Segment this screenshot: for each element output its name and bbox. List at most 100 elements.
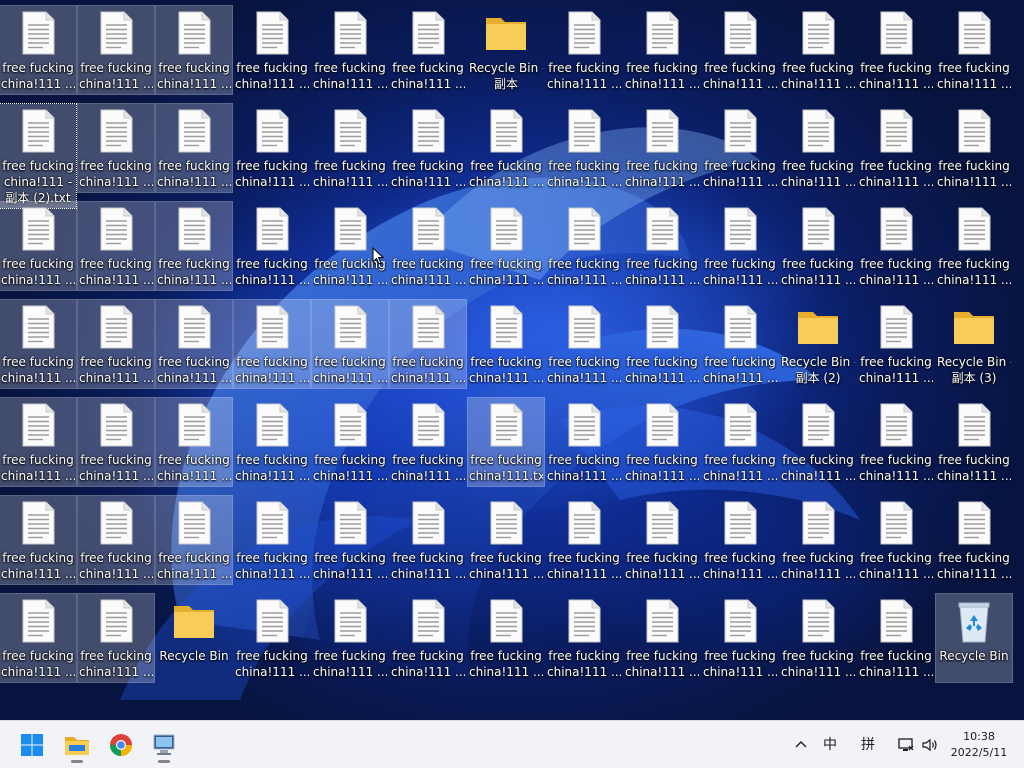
desktop-file-item[interactable]: free fucking china!111 ... (858, 300, 934, 388)
desktop-file-item[interactable]: free fucking china!111 ... (624, 398, 700, 486)
desktop-file-item[interactable]: free fucking china!111 ... (546, 594, 622, 682)
desktop-recycle-bin-item[interactable]: Recycle Bin (935, 593, 1013, 683)
desktop-file-item[interactable]: free fucking china!111 ... (702, 202, 778, 290)
desktop-file-item[interactable]: free fucking china!111 ... (858, 398, 934, 486)
desktop-file-item[interactable]: free fucking china!111 ... (312, 398, 388, 486)
clock-button[interactable]: 10:38 2022/5/11 (944, 729, 1014, 761)
desktop-file-item[interactable]: free fucking china!111 ... (702, 300, 778, 388)
desktop-file-item[interactable]: free fucking china!111 ... (858, 104, 934, 192)
desktop-file-item[interactable]: free fucking china!111 ... (234, 6, 310, 94)
desktop-file-item[interactable]: free fucking china!111 ... (936, 104, 1012, 192)
desktop-file-item[interactable]: free fucking china!111 ... (77, 5, 155, 95)
network-status-button[interactable] (895, 733, 917, 757)
volume-button[interactable] (919, 733, 941, 757)
desktop-file-item[interactable]: free fucking china!111 ... (624, 496, 700, 584)
desktop-file-item[interactable]: free fucking china!111 ... (702, 594, 778, 682)
file-explorer-button[interactable] (59, 727, 95, 763)
desktop-folder-item[interactable]: Recycle Bin - 副本 (468, 6, 544, 94)
desktop-file-item[interactable]: free fucking china!111 ... (858, 496, 934, 584)
desktop-file-item[interactable]: free fucking china!111 ... (624, 300, 700, 388)
desktop-file-item[interactable]: free fucking china!111 ... (77, 495, 155, 585)
desktop-file-item[interactable]: free fucking china!111 ... (858, 594, 934, 682)
desktop-file-item[interactable]: free fucking china!111 ... (155, 495, 233, 585)
start-button[interactable] (14, 727, 50, 763)
desktop-file-item[interactable]: free fucking china!111 ... (312, 6, 388, 94)
desktop-file-item[interactable]: free fucking china!111 ... (0, 5, 77, 95)
desktop-folder-item[interactable]: Recycle Bin (156, 594, 232, 682)
desktop-file-item[interactable]: free fucking china!111 ... (390, 104, 466, 192)
desktop-file-item[interactable]: free fucking china!111 ... (155, 201, 233, 291)
chrome-button[interactable] (103, 727, 139, 763)
desktop-file-item[interactable]: free fucking china!111 ... (780, 6, 856, 94)
desktop-file-item[interactable]: free fucking china!111 ... (546, 6, 622, 94)
desktop-file-item[interactable]: free fucking china!111 ... (0, 397, 77, 487)
desktop-file-item[interactable]: free fucking china!111 ... (780, 594, 856, 682)
ime-name-indicator[interactable]: 拼 (856, 733, 880, 757)
desktop-file-item[interactable]: free fucking china!111 ... (468, 202, 544, 290)
desktop[interactable]: free fucking china!111 ... free fucking chi… (0, 0, 1024, 720)
desktop-file-item[interactable]: free fucking china!111 ... (936, 202, 1012, 290)
desktop-file-item[interactable]: free fucking china!111 ... (155, 5, 233, 95)
desktop-file-item[interactable]: free fucking china!111 ... (624, 202, 700, 290)
desktop-file-item[interactable]: free fucking china!111 ... (780, 104, 856, 192)
desktop-file-item[interactable]: free fucking china!111 ... (233, 299, 311, 389)
remote-app-button[interactable] (146, 727, 182, 763)
desktop-file-item[interactable]: free fucking china!111 ... (312, 104, 388, 192)
desktop-file-item[interactable]: free fucking china!111 ... (0, 299, 77, 389)
desktop-file-item[interactable]: free fucking china!111 ... (0, 495, 77, 585)
desktop-file-item[interactable]: free fucking china!111 ... (468, 300, 544, 388)
desktop-file-item[interactable]: free fucking china!111 ... (390, 496, 466, 584)
desktop-file-item[interactable]: free fucking china!111 ... (77, 397, 155, 487)
desktop-file-item[interactable]: free fucking china!111 ... (77, 593, 155, 683)
desktop-file-item[interactable]: free fucking china!111 ... (77, 103, 155, 193)
desktop-file-item[interactable]: free fucking china!111 ... (390, 594, 466, 682)
desktop-file-item[interactable]: free fucking china!111 ... (155, 299, 233, 389)
desktop-file-item[interactable]: free fucking china!111 ... (155, 103, 233, 193)
desktop-file-item[interactable]: free fucking china!111 ... (546, 202, 622, 290)
desktop-file-item[interactable]: free fucking china!111 ... (780, 496, 856, 584)
desktop-file-item[interactable]: free fucking china!111.txt (467, 397, 545, 487)
desktop-file-item[interactable]: free fucking china!111 ... (702, 496, 778, 584)
desktop-file-item[interactable]: free fucking china!111 ... (624, 104, 700, 192)
ime-mode-indicator[interactable]: 中 (818, 733, 842, 757)
show-hidden-icons-button[interactable] (790, 733, 812, 757)
desktop-file-item[interactable]: free fucking china!111 - 副本 (2).txt (0, 103, 77, 209)
desktop-file-item[interactable]: free fucking china!111 ... (155, 397, 233, 487)
desktop-file-item[interactable]: free fucking china!111 ... (780, 398, 856, 486)
desktop-file-item[interactable]: free fucking china!111 ... (936, 6, 1012, 94)
desktop-file-item[interactable]: free fucking china!111 ... (312, 594, 388, 682)
desktop-file-item[interactable]: free fucking china!111 ... (77, 299, 155, 389)
desktop-file-item[interactable]: free fucking china!111 ... (624, 594, 700, 682)
desktop-file-item[interactable]: free fucking china!111 ... (390, 398, 466, 486)
desktop-file-item[interactable]: free fucking china!111 ... (936, 496, 1012, 584)
desktop-folder-item[interactable]: Recycle Bin - 副本 (3) (936, 300, 1012, 388)
desktop-file-item[interactable]: free fucking china!111 ... (858, 6, 934, 94)
desktop-file-item[interactable]: free fucking china!111 ... (936, 398, 1012, 486)
desktop-file-item[interactable]: free fucking china!111 ... (77, 201, 155, 291)
desktop-file-item[interactable]: free fucking china!111 ... (312, 496, 388, 584)
desktop-file-item[interactable]: free fucking china!111 ... (390, 202, 466, 290)
desktop-file-item[interactable]: free fucking china!111 ... (234, 496, 310, 584)
desktop-file-item[interactable]: free fucking china!111 ... (468, 594, 544, 682)
desktop-file-item[interactable]: free fucking china!111 ... (0, 201, 77, 291)
desktop-file-item[interactable]: free fucking china!111 ... (389, 299, 467, 389)
desktop-file-item[interactable]: free fucking china!111 ... (702, 104, 778, 192)
desktop-file-item[interactable]: free fucking china!111 ... (702, 6, 778, 94)
desktop-file-item[interactable]: free fucking china!111 ... (624, 6, 700, 94)
desktop-file-item[interactable]: free fucking china!111 ... (234, 104, 310, 192)
desktop-file-item[interactable]: free fucking china!111 ... (546, 104, 622, 192)
desktop-file-item[interactable]: free fucking china!111 ... (858, 202, 934, 290)
desktop-file-item[interactable]: free fucking china!111 ... (546, 300, 622, 388)
desktop-file-item[interactable]: free fucking china!111 ... (546, 496, 622, 584)
desktop-file-item[interactable]: free fucking china!111 ... (702, 398, 778, 486)
desktop-file-item[interactable]: free fucking china!111 ... (311, 299, 389, 389)
desktop-file-item[interactable]: free fucking china!111 ... (780, 202, 856, 290)
desktop-file-item[interactable]: free fucking china!111 ... (546, 398, 622, 486)
desktop-file-item[interactable]: free fucking china!111 ... (468, 104, 544, 192)
desktop-folder-item[interactable]: Recycle Bin - 副本 (2) (780, 300, 856, 388)
desktop-file-item[interactable]: free fucking china!111 ... (234, 202, 310, 290)
desktop-file-item[interactable]: free fucking china!111 ... (234, 398, 310, 486)
desktop-file-item[interactable]: free fucking china!111 ... (390, 6, 466, 94)
desktop-file-item[interactable]: free fucking china!111 ... (0, 593, 77, 683)
desktop-file-item[interactable]: free fucking china!111 ... (468, 496, 544, 584)
